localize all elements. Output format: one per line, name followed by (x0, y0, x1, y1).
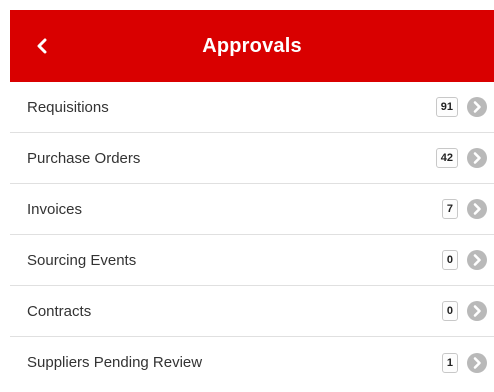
list-item-label: Requisitions (27, 98, 109, 116)
back-button[interactable] (18, 10, 66, 82)
list-item-suppliers-pending-review[interactable]: Suppliers Pending Review 1 (10, 337, 494, 388)
list-item-requisitions[interactable]: Requisitions 91 (10, 82, 494, 133)
list-item-purchase-orders[interactable]: Purchase Orders 42 (10, 133, 494, 184)
count-badge: 0 (441, 250, 458, 270)
count-badge: 91 (435, 97, 458, 117)
approvals-screen: Approvals Requisitions 91 Purchase Order… (10, 10, 494, 392)
chevron-right-circle-icon (466, 300, 488, 322)
count-badge: 1 (441, 352, 458, 373)
list-item-contracts[interactable]: Contracts 0 (10, 286, 494, 337)
count-badge: 7 (441, 199, 458, 219)
list-item-label: Invoices (27, 200, 83, 218)
list-item-label: Suppliers Pending Review (27, 354, 203, 371)
list-item-invoices[interactable]: Invoices 7 (10, 184, 494, 235)
chevron-right-circle-icon (466, 198, 488, 220)
back-chevron-icon (36, 38, 48, 54)
list-item-sourcing-events[interactable]: Sourcing Events 0 (10, 235, 494, 286)
list-item-label: Sourcing Events (27, 251, 137, 269)
list-item-label: Purchase Orders (27, 149, 141, 167)
approvals-list: Requisitions 91 Purchase Orders 42 Invoi… (10, 82, 494, 388)
count-badge: 42 (435, 148, 458, 168)
page-title: Approvals (202, 34, 302, 57)
chevron-right-circle-icon (466, 352, 488, 374)
header-bar: Approvals (10, 10, 494, 82)
chevron-right-circle-icon (466, 249, 488, 271)
chevron-right-circle-icon (466, 147, 488, 169)
chevron-right-circle-icon (466, 96, 488, 118)
count-badge: 0 (441, 301, 458, 321)
list-item-label: Contracts (27, 302, 92, 320)
